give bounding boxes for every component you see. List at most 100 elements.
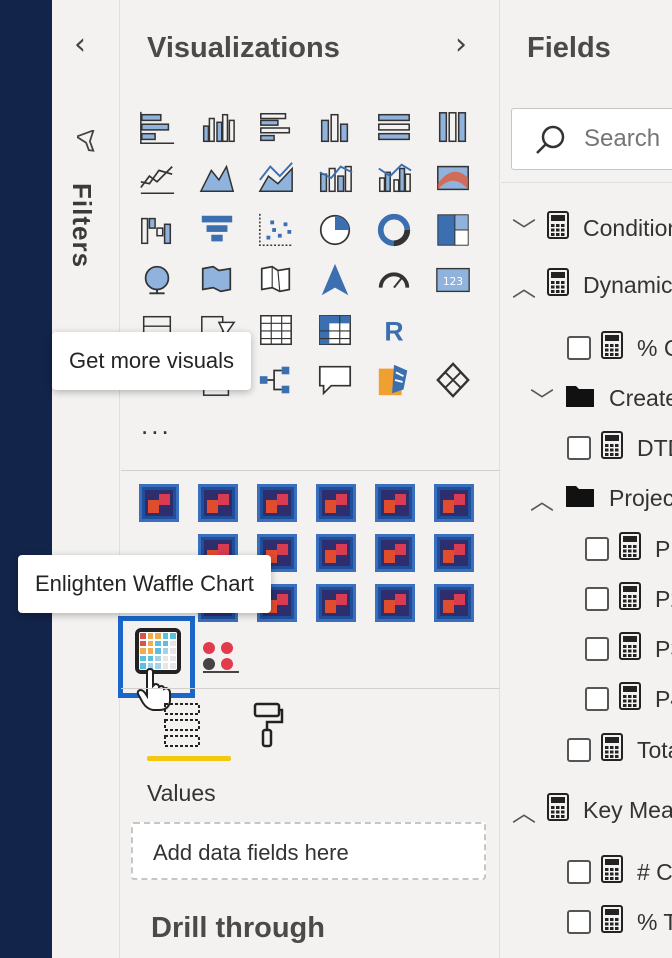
calculator-icon [547, 268, 569, 302]
custom-visual-icon[interactable] [375, 534, 415, 572]
waffle-cell [139, 654, 147, 663]
chevron-down-icon[interactable]: ﹀ [527, 381, 557, 416]
custom-visual-icon[interactable] [375, 584, 415, 622]
expand-visualizations-chevron-icon[interactable]: › [455, 30, 467, 60]
field-label: Dynamic [583, 271, 672, 298]
matrix-icon[interactable] [315, 310, 355, 350]
field-checkbox[interactable] [585, 637, 609, 661]
100-stacked-column-chart-icon[interactable] [433, 108, 473, 148]
shape-map-icon[interactable] [256, 260, 296, 300]
custom-visual-icon[interactable] [434, 584, 474, 622]
waffle-cell [146, 632, 155, 640]
stacked-column-chart-icon[interactable] [315, 108, 355, 148]
chevron-down-icon[interactable]: ﹀ [509, 211, 539, 246]
field-measure-row[interactable]: P3 [585, 629, 672, 669]
field-checkbox[interactable] [585, 687, 609, 711]
values-drop-well[interactable]: Add data fields here [131, 822, 486, 880]
field-measure-row[interactable]: % Total [567, 902, 672, 942]
custom-visual-icon[interactable] [257, 484, 297, 522]
custom-visual-icon[interactable] [198, 484, 238, 522]
visualizations-pane: Visualizations › 123 R ... Values Add dat… [118, 0, 500, 958]
gauge-icon[interactable] [374, 260, 414, 300]
build-visual-fields-tab-icon[interactable] [159, 700, 205, 755]
field-measure-row[interactable]: P4 [585, 679, 672, 719]
field-label: P2 [655, 585, 672, 612]
stacked-bar-chart-icon[interactable] [137, 108, 177, 148]
waffle-cell [154, 639, 162, 648]
calculator-icon [601, 905, 623, 939]
divider [121, 470, 500, 471]
ribbon-chart-icon[interactable] [433, 158, 473, 198]
custom-visual-icon[interactable] [434, 484, 474, 522]
field-measure-row[interactable]: % Change [567, 328, 672, 368]
custom-visual-icon[interactable] [139, 484, 179, 522]
table-icon[interactable] [256, 310, 296, 350]
funnel-chart-icon[interactable] [197, 210, 237, 250]
field-checkbox[interactable] [567, 910, 591, 934]
collapse-filters-chevron-icon[interactable]: ‹ [74, 30, 86, 60]
field-folder-row[interactable]: ︿ Projects [527, 478, 672, 518]
field-checkbox[interactable] [585, 587, 609, 611]
field-checkbox[interactable] [585, 537, 609, 561]
field-checkbox[interactable] [567, 738, 591, 762]
clustered-column-chart-icon[interactable] [197, 108, 237, 148]
custom-visual-icon[interactable] [316, 534, 356, 572]
filled-map-icon[interactable] [197, 260, 237, 300]
field-table-row[interactable]: ︿ Key Measures [509, 790, 672, 830]
field-measure-row[interactable]: Total [567, 730, 672, 770]
treemap-icon[interactable] [433, 210, 473, 250]
fields-search-box[interactable] [511, 108, 672, 170]
field-measure-row[interactable]: DTD [567, 428, 672, 468]
calculator-icon [547, 211, 569, 245]
map-icon[interactable] [137, 260, 177, 300]
field-checkbox[interactable] [567, 436, 591, 460]
dots-chart-visual-icon[interactable] [199, 636, 243, 681]
calculator-icon [601, 431, 623, 465]
100-stacked-bar-chart-icon[interactable] [374, 108, 414, 148]
area-chart-icon[interactable] [197, 158, 237, 198]
filters-label[interactable]: Filters [66, 183, 97, 268]
azure-map-icon[interactable] [315, 260, 355, 300]
power-apps-icon[interactable] [433, 360, 473, 400]
line-and-column-chart-icon[interactable] [315, 158, 355, 198]
clustered-bar-chart-icon[interactable] [256, 108, 296, 148]
line-chart-icon[interactable] [137, 158, 177, 198]
chevron-up-icon[interactable]: ︿ [509, 793, 539, 828]
field-table-row[interactable]: ︿ Dynamic [509, 265, 672, 305]
chevron-up-icon[interactable]: ︿ [527, 481, 557, 516]
waffle-cell [146, 639, 155, 648]
search-input[interactable] [584, 125, 672, 153]
get-more-visuals-button[interactable]: ... [141, 410, 172, 441]
line-and-clustered-column-chart-icon[interactable] [374, 158, 414, 198]
stacked-area-chart-icon[interactable] [256, 158, 296, 198]
custom-visual-icon[interactable] [434, 534, 474, 572]
smart-narrative-icon[interactable] [374, 360, 414, 400]
field-label: # Count [637, 858, 672, 885]
field-measure-row[interactable]: P2 [585, 579, 672, 619]
visualizations-title: Visualizations [147, 32, 340, 64]
field-checkbox[interactable] [567, 336, 591, 360]
pie-chart-icon[interactable] [315, 210, 355, 250]
folder-icon [565, 382, 595, 414]
field-checkbox[interactable] [567, 860, 591, 884]
card-icon[interactable]: 123 [433, 260, 473, 300]
donut-chart-icon[interactable] [374, 210, 414, 250]
waffle-cell [154, 647, 162, 655]
chevron-up-icon[interactable]: ︿ [509, 268, 539, 303]
custom-visual-icon[interactable] [316, 584, 356, 622]
field-measure-row[interactable]: # Count [567, 852, 672, 892]
waterfall-chart-icon[interactable] [137, 210, 177, 250]
r-visual-icon[interactable]: R [374, 310, 414, 350]
field-measure-row[interactable]: P1 [585, 529, 672, 569]
field-label: Total [637, 736, 672, 763]
decomposition-tree-icon[interactable] [256, 360, 296, 400]
scatter-chart-icon[interactable] [256, 210, 296, 250]
custom-visual-icon[interactable] [375, 484, 415, 522]
field-label: Key Measures [583, 796, 672, 823]
custom-visual-icon[interactable] [316, 484, 356, 522]
field-folder-row[interactable]: ﹀ Created [527, 378, 672, 418]
format-paint-roller-icon[interactable] [249, 700, 285, 755]
field-table-row[interactable]: ﹀ Conditional Formatting [509, 208, 672, 248]
qa-icon[interactable] [315, 360, 355, 400]
waffle-cell [169, 654, 177, 663]
